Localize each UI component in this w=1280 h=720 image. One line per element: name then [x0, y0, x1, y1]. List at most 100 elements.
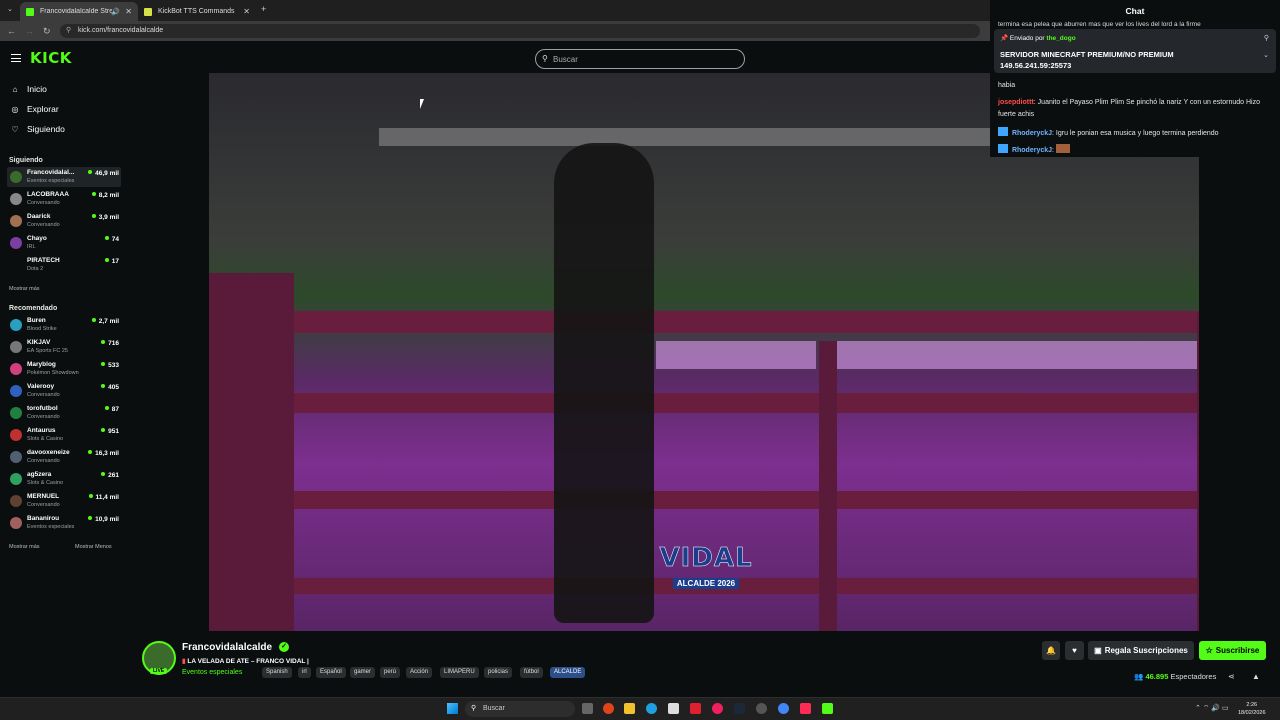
close-tab-icon[interactable]: ✕: [243, 7, 250, 16]
notification-bell-button[interactable]: 🔔: [1042, 641, 1060, 660]
chat-username[interactable]: josepdiottt: [998, 99, 1034, 106]
channel-category: IRL: [27, 244, 36, 250]
chat-username[interactable]: RhoderyckJ: [1012, 147, 1052, 154]
sidebar-channel[interactable]: Maryblog Pokémon Showdown 533: [7, 359, 121, 379]
pinned-user[interactable]: the_dogo: [1046, 35, 1075, 42]
menu-icon[interactable]: [11, 54, 21, 62]
chevron-down-icon[interactable]: ⌄: [1263, 51, 1269, 59]
stream-tag[interactable]: Acción: [406, 667, 433, 678]
subscribe-button[interactable]: ☆ Suscribirse: [1199, 641, 1266, 660]
pinned-by: 📌 Enviado por the_dogo: [1000, 34, 1076, 42]
taskbar-search[interactable]: ⚲ Buscar: [465, 701, 575, 717]
sidebar-channel[interactable]: Antaurus Slots & Casino 951: [7, 425, 121, 445]
stream-info: LIVE Francovidalalcalde ✓ ▮ LA VELADA DE…: [128, 631, 1280, 697]
windows-start-icon[interactable]: [447, 703, 458, 714]
channel-category: Eventos especiales: [27, 178, 75, 184]
notepad-icon[interactable]: [668, 703, 679, 714]
url-field[interactable]: ⚲ kick.com/francovidalalcalde: [60, 24, 980, 38]
obs-icon[interactable]: [756, 703, 767, 714]
task-view-icon[interactable]: [582, 703, 593, 714]
steam-icon[interactable]: [734, 703, 745, 714]
channel-name: KIKJAV: [27, 339, 51, 346]
channel-category: Slots & Casino: [27, 480, 64, 486]
forward-icon[interactable]: →: [25, 26, 34, 36]
tiktok-icon[interactable]: [800, 703, 811, 714]
kick-logo[interactable]: KICK: [30, 49, 72, 67]
gift-subs-button[interactable]: ▣ Regala Suscripciones: [1088, 641, 1194, 660]
clock[interactable]: 2:26 18/02/2026: [1238, 701, 1266, 717]
sidebar-channel[interactable]: Chayo IRL 74: [7, 233, 121, 253]
sidebar-channel[interactable]: Daarick Conversando 3,9 mil: [7, 211, 121, 231]
sidebar-channel[interactable]: Bananirou Eventos especiales 10,9 mil: [7, 513, 121, 533]
sidebar-channel[interactable]: Buren Blood Strike 2,7 mil: [7, 315, 121, 335]
channel-name: Bananirou: [27, 515, 60, 522]
stream-tag[interactable]: fútbol: [520, 667, 543, 678]
tab-francovidal[interactable]: Francovidalalcalde Stream 🔊 ✕: [20, 2, 138, 21]
kick-header: KICK ⚲ Buscar: [0, 41, 990, 73]
sidebar-channel[interactable]: LACOBRAAA Conversando 8,2 mil: [7, 189, 121, 209]
stream-tag[interactable]: irl: [298, 667, 311, 678]
sidebar-channel[interactable]: torofutbol Conversando 87: [7, 403, 121, 423]
channel-avatar: [10, 319, 22, 331]
stream-tag[interactable]: ALCALDE: [550, 667, 586, 678]
kick-app-icon[interactable]: [822, 703, 833, 714]
tab-kickbot[interactable]: KickBot TTS Commands ✕: [138, 2, 256, 21]
channel-name: ag5zera: [27, 471, 52, 478]
brave-icon[interactable]: [603, 703, 614, 714]
nav-explorar[interactable]: ◎ Explorar: [9, 104, 59, 114]
channel-avatar: [10, 237, 22, 249]
report-icon[interactable]: ▲: [1252, 672, 1260, 681]
viewer-count-text: 16,3 mil: [95, 450, 119, 457]
chat-username[interactable]: RhoderyckJ: [1012, 130, 1052, 137]
chat-message: RhoderyckJ:: [998, 144, 1268, 157]
sidebar-channel[interactable]: MERNUEL Conversando 11,4 mil: [7, 491, 121, 511]
stream-tag[interactable]: policias: [484, 667, 513, 678]
speaker-icon[interactable]: 🔊: [111, 8, 120, 16]
search-input[interactable]: ⚲ Buscar: [535, 49, 745, 69]
ring-post: [1197, 313, 1199, 631]
sidebar-channel[interactable]: ag5zera Slots & Casino 261: [7, 469, 121, 489]
pinned-message[interactable]: 📌 Enviado por the_dogo ⚲ SERVIDOR MINECR…: [994, 29, 1276, 73]
sidebar-channel[interactable]: KIKJAV EA Sports FC 25 716: [7, 337, 121, 357]
recommended-show-more[interactable]: Mostrar más: [9, 544, 40, 550]
app-red-icon[interactable]: [690, 703, 701, 714]
live-badge: LIVE: [150, 668, 168, 674]
search-icon: ⚲: [542, 54, 548, 63]
stream-tag[interactable]: perú: [380, 667, 401, 678]
sidebar-channel[interactable]: Francovidalal... Eventos especiales 46,9 m…: [7, 167, 121, 187]
channel-name[interactable]: Francovidalalcalde: [182, 642, 272, 653]
file-explorer-icon[interactable]: [624, 703, 635, 714]
follow-heart-button[interactable]: ♥: [1065, 641, 1084, 660]
share-icon[interactable]: ⋖: [1228, 672, 1235, 681]
channel-viewers: 10,9 mil: [88, 516, 119, 523]
channel-viewers: 87: [104, 406, 119, 413]
recommended-show-less[interactable]: Mostrar Menos: [75, 544, 112, 550]
sidebar-channel[interactable]: Valerooy Conversando 405: [7, 381, 121, 401]
nav-siguiendo[interactable]: ♡ Siguiendo: [9, 124, 64, 134]
stream-tag[interactable]: Spanish: [262, 667, 292, 678]
channel-avatar: [10, 429, 22, 441]
site-info-icon[interactable]: ⚲: [66, 26, 71, 34]
channel-category: Conversando: [27, 222, 60, 228]
reload-icon[interactable]: ↻: [43, 26, 51, 37]
app-pink-icon[interactable]: [712, 703, 723, 714]
stream-category[interactable]: Eventos especiales: [182, 669, 242, 676]
edge-icon[interactable]: [646, 703, 657, 714]
sidebar-channel[interactable]: PIRATECH Dota 2 17: [7, 255, 121, 275]
chrome-icon[interactable]: [778, 703, 789, 714]
sidebar-channel[interactable]: davooxeneize Conversando 16,3 mil: [7, 447, 121, 467]
channel-viewers: 8,2 mil: [91, 192, 119, 199]
tab-menu-icon[interactable]: ⌄: [7, 5, 13, 13]
new-tab-button[interactable]: +: [261, 4, 266, 14]
system-tray[interactable]: ⌃ ⌔ 🔊 ▭: [1195, 704, 1229, 713]
live-dot-icon: [88, 494, 93, 498]
stream-tag[interactable]: LIMAPERU: [440, 667, 479, 678]
clock-date: 18/02/2026: [1238, 710, 1266, 716]
stream-tag[interactable]: gamer: [350, 667, 376, 678]
following-show-more[interactable]: Mostrar más: [9, 286, 40, 292]
nav-inicio[interactable]: ⌂ Inicio: [9, 84, 47, 94]
unpin-icon[interactable]: ⚲: [1264, 34, 1269, 42]
stream-tag[interactable]: Español: [316, 667, 346, 678]
back-icon[interactable]: ←: [7, 26, 16, 36]
close-tab-icon[interactable]: ✕: [125, 7, 132, 16]
